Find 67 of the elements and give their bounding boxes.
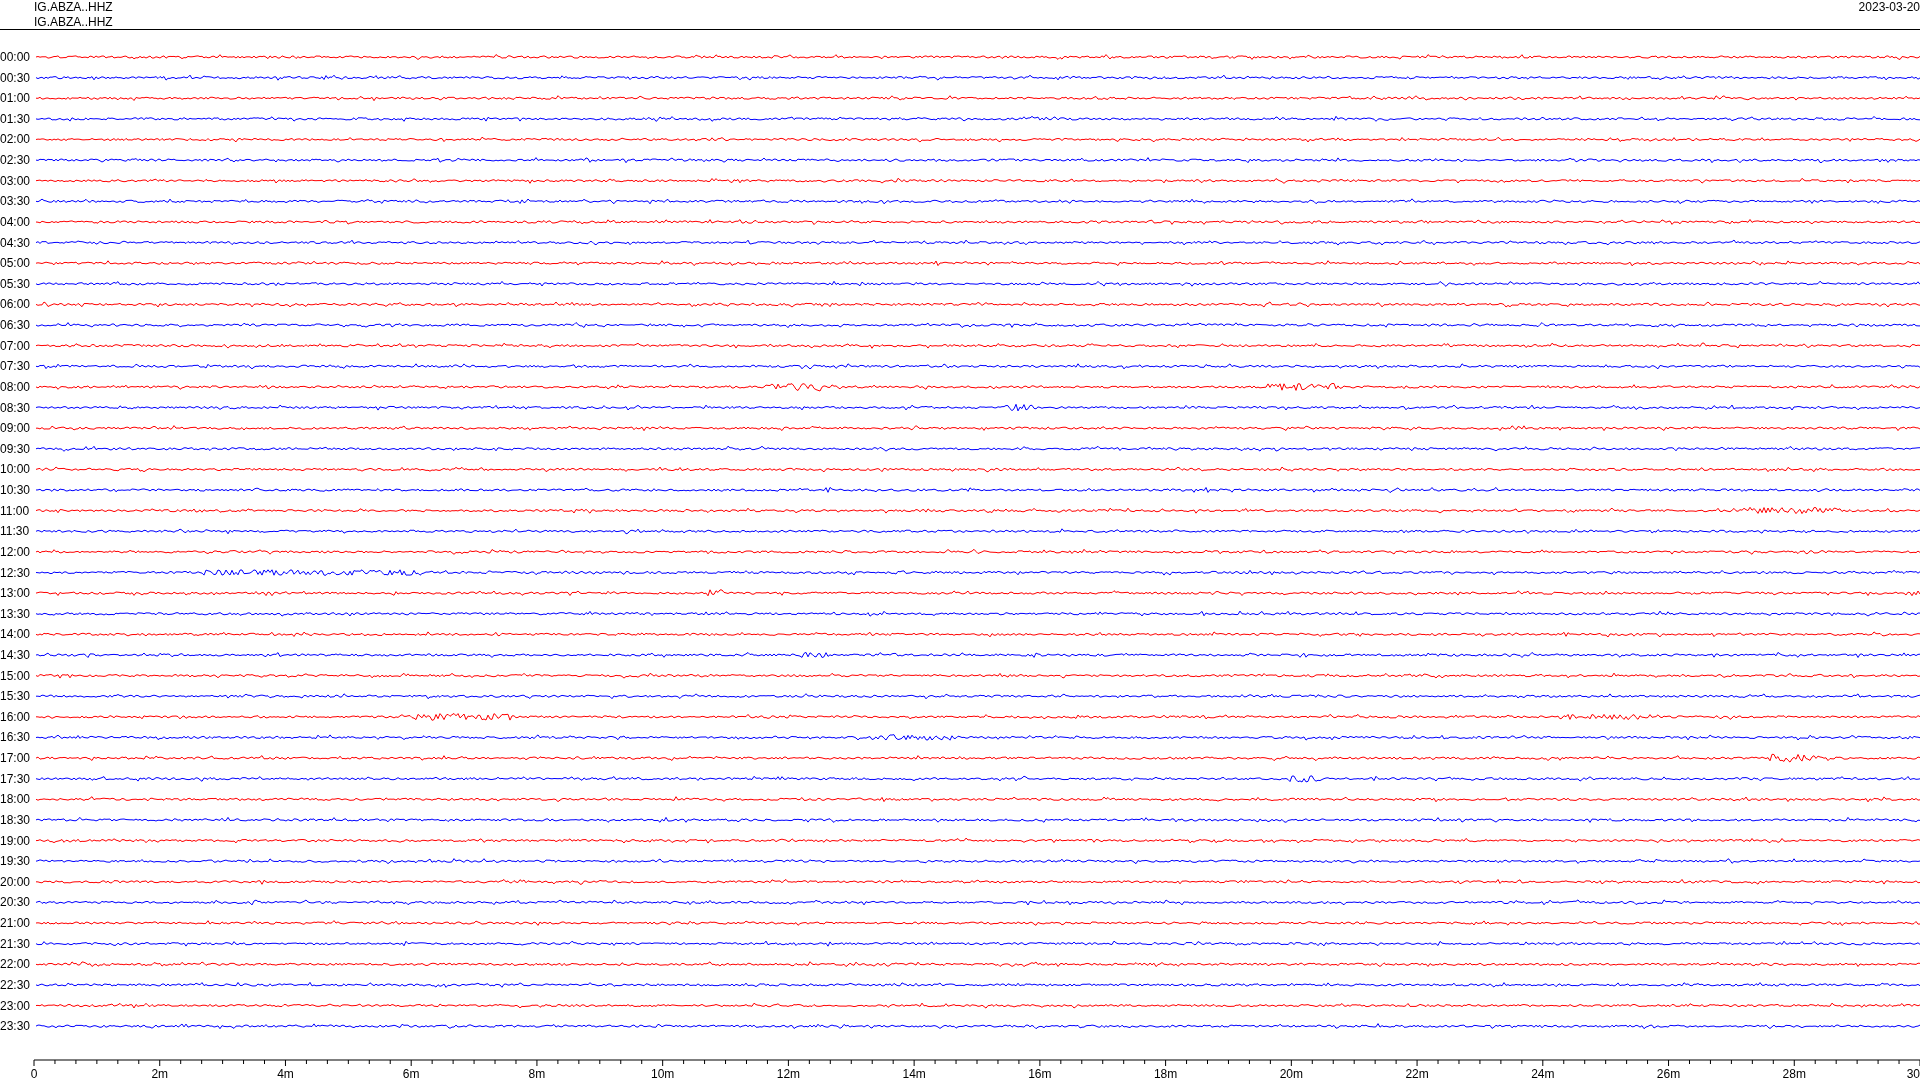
- time-label: 02:00: [0, 132, 31, 147]
- time-label: 23:30: [0, 1019, 31, 1034]
- time-label: 07:00: [0, 338, 31, 353]
- time-label: 11:30: [0, 524, 30, 539]
- time-label: 21:00: [0, 916, 31, 931]
- time-label: 16:30: [0, 730, 31, 745]
- time-label: 02:30: [0, 153, 31, 168]
- time-label: 19:30: [0, 854, 31, 869]
- axis-tick-label: 8m: [528, 1067, 546, 1079]
- time-label: 17:00: [0, 751, 31, 766]
- time-label: 01:30: [0, 111, 31, 126]
- station-title: IG.ABZA..HHZ: [34, 0, 113, 15]
- time-label: 01:00: [0, 91, 31, 106]
- time-label: 09:30: [0, 441, 31, 456]
- time-label: 20:30: [0, 895, 31, 910]
- time-label: 08:30: [0, 400, 31, 415]
- time-label: 05:30: [0, 276, 31, 291]
- time-label: 17:30: [0, 771, 31, 786]
- axis-tick-label: 6m: [402, 1067, 420, 1079]
- time-label: 06:00: [0, 297, 31, 312]
- time-label: 12:00: [0, 544, 31, 559]
- axis-tick-label: 14m: [902, 1067, 926, 1079]
- axis-tick-label: 18m: [1153, 1067, 1178, 1079]
- time-label: 13:30: [0, 606, 31, 621]
- axis-tick-label: 10m: [651, 1067, 675, 1079]
- time-label: 09:00: [0, 421, 31, 436]
- time-label: 13:00: [0, 586, 31, 601]
- time-label: 03:30: [0, 194, 31, 209]
- time-label: 10:30: [0, 483, 31, 497]
- time-label: 04:30: [0, 235, 31, 250]
- time-label: 00:30: [0, 70, 31, 85]
- time-label: 16:00: [0, 709, 31, 724]
- time-label: 04:00: [0, 214, 31, 229]
- time-label: 18:00: [0, 792, 31, 807]
- time-label: 12:30: [0, 565, 31, 580]
- axis-tick-label: 28m: [1782, 1067, 1806, 1079]
- time-label: 05:00: [0, 256, 31, 271]
- axis-tick-label: 16m: [1028, 1067, 1052, 1079]
- time-label: 18:30: [0, 812, 31, 827]
- time-label: 22:30: [0, 977, 31, 992]
- date-label: 2023-03-20: [1858, 0, 1920, 15]
- time-label: 10:00: [0, 462, 31, 477]
- time-label: 03:00: [0, 173, 31, 188]
- station-title: IG.ABZA..HHZ: [34, 15, 113, 30]
- axis-tick-label: 2m: [151, 1067, 169, 1079]
- axis-tick-label: 4m: [277, 1067, 294, 1079]
- time-label: 08:00: [0, 379, 31, 394]
- axis-tick-label: 26m: [1656, 1067, 1681, 1079]
- time-label: 20:00: [0, 874, 31, 889]
- axis-tick-label: 24m: [1531, 1067, 1555, 1079]
- time-label: 19:00: [0, 833, 31, 848]
- time-label: 15:00: [0, 668, 31, 683]
- axis-tick-label: 20m: [1279, 1067, 1303, 1079]
- time-label: 00:00: [0, 50, 31, 64]
- time-label: 07:30: [0, 359, 31, 374]
- time-label: 14:00: [0, 627, 31, 642]
- time-label: 06:30: [0, 318, 31, 333]
- axis-tick-label: 22m: [1405, 1067, 1429, 1079]
- time-label: 14:30: [0, 648, 31, 662]
- time-label: 15:30: [0, 689, 31, 704]
- time-label: 21:30: [0, 936, 31, 951]
- time-label: 11:00: [0, 503, 30, 518]
- time-label: 23:00: [0, 998, 31, 1013]
- axis-tick-label: 30: [1906, 1067, 1920, 1079]
- axis-tick-label: 0: [30, 1067, 38, 1079]
- time-label: 22:00: [0, 957, 31, 972]
- axis-tick-label: 12m: [776, 1067, 801, 1079]
